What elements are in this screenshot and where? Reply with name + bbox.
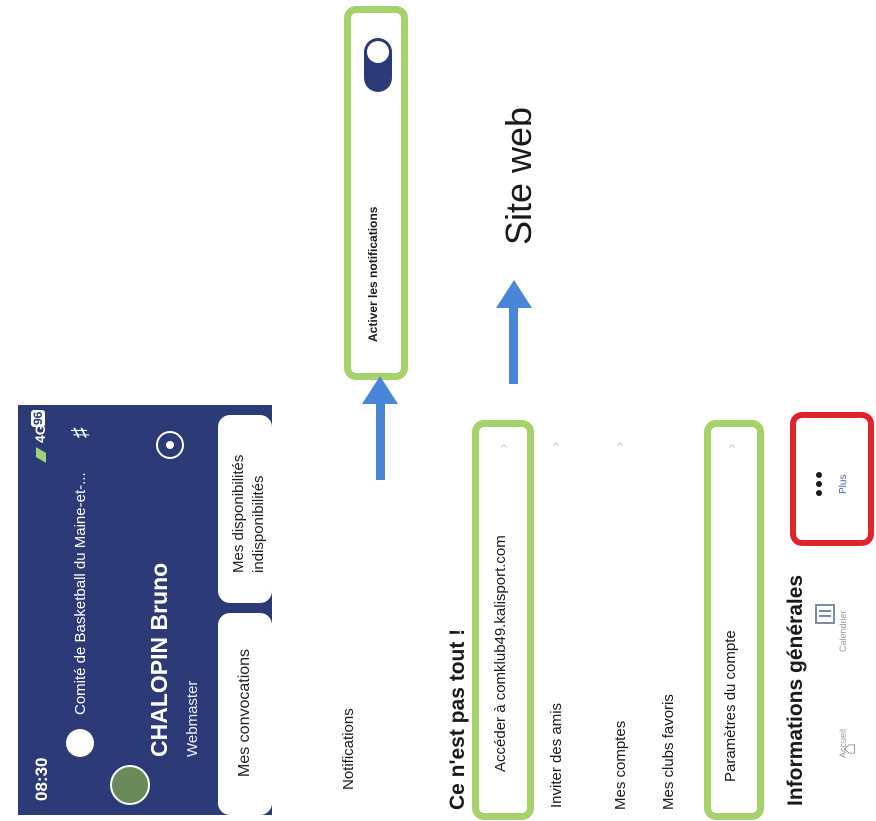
nav-home-label[interactable]: Accueil xyxy=(838,729,848,758)
tab-convocations-label: Mes convocations xyxy=(236,648,253,777)
chevron-icon: › xyxy=(494,443,511,449)
accounts-item[interactable]: Mes comptes xyxy=(612,721,629,810)
invite-item[interactable]: Inviter des amis xyxy=(548,703,565,808)
status-time: 08:30 xyxy=(32,757,51,801)
more-highlight xyxy=(790,412,874,546)
nav-more-label[interactable]: Plus xyxy=(838,475,849,494)
club-name[interactable]: Comité de Basketball du Maine-et-... xyxy=(72,472,89,715)
chevron-icon: › xyxy=(610,441,627,447)
calendar-icon[interactable] xyxy=(815,604,835,624)
more-icon[interactable] xyxy=(816,472,824,496)
favorites-item[interactable]: Mes clubs favoris xyxy=(660,694,677,810)
battery-badge: 96 xyxy=(31,409,45,427)
chevron-icon: › xyxy=(722,443,739,449)
notifications-item[interactable]: Notifications xyxy=(340,708,357,790)
signal-icon xyxy=(36,447,46,463)
camera-icon[interactable] xyxy=(156,431,184,459)
access-site-item[interactable]: Accéder à comklub49.kalisport.com xyxy=(492,535,509,772)
avatar[interactable] xyxy=(110,765,150,805)
tab-disponibilites-label-1: Mes disponibilités xyxy=(230,454,247,573)
notification-toggle[interactable] xyxy=(364,38,392,92)
bell-add-icon[interactable]: ♯ xyxy=(67,412,92,438)
nav-calendar-label[interactable]: Calendrier xyxy=(838,610,848,652)
profile-header: 08:30 4G 96 Comité de Basketball du Main… xyxy=(18,405,272,815)
user-role: Webmaster xyxy=(184,680,201,757)
info-section-title: Informations générales xyxy=(784,574,807,806)
settings-item[interactable]: Paramètres du compte xyxy=(722,630,739,782)
notification-toggle-label: Activer les notifications xyxy=(366,206,380,342)
section-title: Ce n'est pas tout ! xyxy=(446,628,469,810)
network-label: 4G xyxy=(32,424,48,443)
user-name: CHALOPIN Bruno xyxy=(146,562,172,757)
club-logo xyxy=(66,729,94,757)
arrow-to-toggle xyxy=(362,376,398,480)
arrow-to-site xyxy=(496,280,532,384)
chevron-icon: › xyxy=(546,441,563,447)
site-web-annotation: Site web xyxy=(498,106,539,245)
tab-disponibilites-label-2: indisponibilités xyxy=(250,475,267,573)
